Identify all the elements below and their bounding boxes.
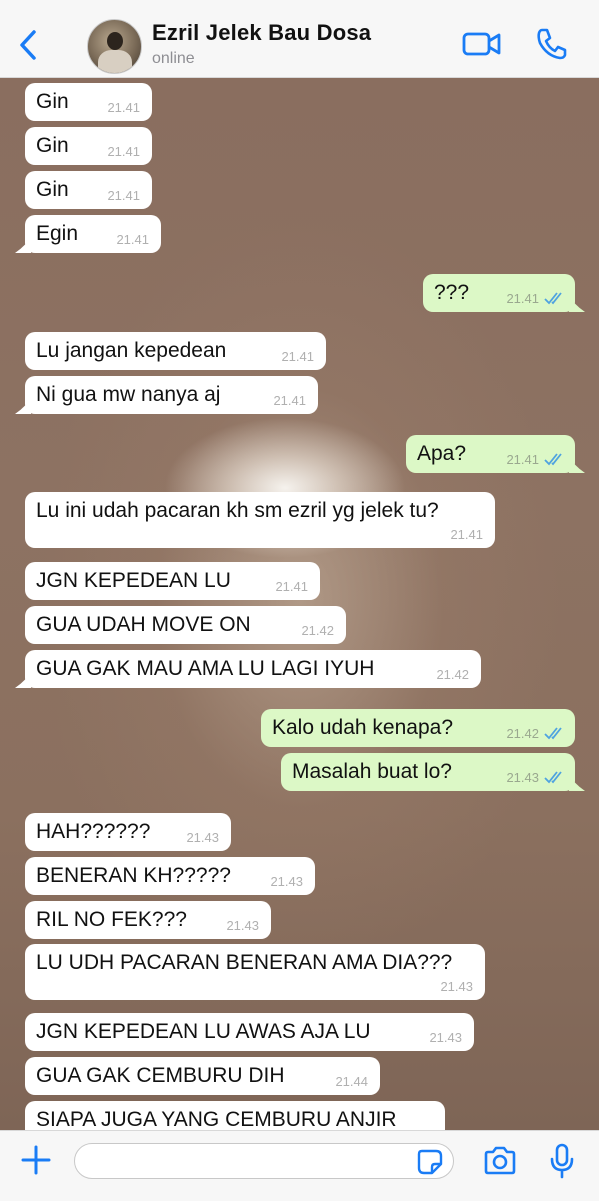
message-bubble-incoming[interactable]: Egin 21.41 [25,215,161,253]
phone-icon[interactable] [535,27,567,61]
message-text: JGN KEPEDEAN LU AWAS AJA LU [36,1020,371,1043]
message-time: 21.41 [273,393,306,408]
message-bubble-incoming[interactable]: BENERAN KH????? 21.43 [25,857,315,895]
message-time: 21.41 [116,232,149,247]
message-text-field[interactable] [89,1150,413,1174]
message-time: 21.43 [226,918,259,933]
message-time: 21.43 [270,874,303,889]
message-bubble-incoming[interactable]: Ni gua mw nanya aj 21.41 [25,376,318,414]
message-bubble-incoming[interactable]: Gin 21.41 [25,171,152,209]
message-time: 21.43 [506,770,539,785]
message-text: Egin [36,222,79,245]
message-bubble-incoming[interactable]: GUA GAK CEMBURU DIH 21.44 [25,1057,380,1095]
avatar[interactable] [87,19,142,74]
message-text: Gin [36,134,69,157]
message-time: 21.41 [281,349,314,364]
message-text: Lu ini udah pacaran kh sm ezril yg jelek… [36,499,439,522]
message-input-bar [0,1130,599,1201]
message-bubble-incoming[interactable]: GUA UDAH MOVE ON 21.42 [25,606,346,644]
message-time: 21.41 [275,579,308,594]
message-bubble-incoming[interactable]: Gin 21.41 [25,83,152,121]
message-bubble-outgoing[interactable]: Kalo udah kenapa? 21.42 [261,709,575,747]
camera-icon[interactable] [482,1145,518,1177]
contact-status: online [152,50,195,67]
video-camera-icon[interactable] [462,28,502,60]
message-text: SIAPA JUGA YANG CEMBURU ANJIR [36,1108,397,1130]
message-text: GUA UDAH MOVE ON [36,613,251,636]
message-bubble-outgoing[interactable]: Masalah buat lo? 21.43 [281,753,575,791]
message-time: 21.41 [107,100,140,115]
message-input[interactable] [74,1143,454,1179]
message-time: 21.42 [506,726,539,741]
message-bubble-incoming[interactable]: Gin 21.41 [25,127,152,165]
message-bubble-incoming[interactable]: Lu ini udah pacaran kh sm ezril yg jelek… [25,492,495,548]
message-text: HAH?????? [36,820,151,843]
message-bubble-incoming[interactable]: SIAPA JUGA YANG CEMBURU ANJIR [25,1101,445,1130]
message-time: 21.41 [450,527,483,542]
message-time: 21.44 [335,1074,368,1089]
message-time: 21.41 [107,144,140,159]
message-text: Masalah buat lo? [292,760,452,783]
message-bubble-incoming[interactable]: Lu jangan kepedean 21.41 [25,332,326,370]
message-time: 21.42 [301,623,334,638]
message-text: Gin [36,90,69,113]
message-text: Lu jangan kepedean [36,339,227,362]
message-text: Ni gua mw nanya aj [36,383,221,406]
message-text: GUA GAK CEMBURU DIH [36,1064,285,1087]
read-receipt-icon [544,727,562,740]
message-text: Kalo udah kenapa? [272,716,453,739]
chevron-left-icon[interactable] [14,26,44,64]
message-text: JGN KEPEDEAN LU [36,569,231,592]
message-bubble-incoming[interactable]: RIL NO FEK??? 21.43 [25,901,271,939]
message-text: BENERAN KH????? [36,864,231,887]
message-time: 21.41 [107,188,140,203]
message-text: Gin [36,178,69,201]
message-bubble-incoming[interactable]: JGN KEPEDEAN LU AWAS AJA LU 21.43 [25,1013,474,1051]
plus-icon[interactable] [20,1144,52,1176]
message-time: 21.43 [440,979,473,994]
message-bubble-outgoing[interactable]: Apa? 21.41 [406,435,575,473]
message-text: RIL NO FEK??? [36,908,187,931]
message-time: 21.43 [429,1030,462,1045]
message-bubble-incoming[interactable]: HAH?????? 21.43 [25,813,231,851]
message-bubble-incoming[interactable]: JGN KEPEDEAN LU 21.41 [25,562,320,600]
message-time: 21.43 [186,830,219,845]
read-receipt-icon [544,771,562,784]
sticker-icon[interactable] [417,1149,443,1175]
read-receipt-icon [544,292,562,305]
message-bubble-outgoing[interactable]: ??? 21.41 [423,274,575,312]
message-text: LU UDH PACARAN BENERAN AMA DIA??? [36,951,453,974]
message-time: 21.41 [506,452,539,467]
message-text: Apa? [417,442,467,465]
message-time: 21.41 [506,291,539,306]
message-text: GUA GAK MAU AMA LU LAGI IYUH [36,657,375,680]
message-bubble-incoming[interactable]: GUA GAK MAU AMA LU LAGI IYUH 21.42 [25,650,481,688]
message-time: 21.42 [436,667,469,682]
message-bubble-incoming[interactable]: LU UDH PACARAN BENERAN AMA DIA??? 21.43 [25,944,485,1000]
read-receipt-icon [544,453,562,466]
message-text: ??? [434,281,470,304]
message-list[interactable]: Gin 21.41 Gin 21.41 Gin 21.41 Egin 21.41… [0,78,599,1130]
contact-name[interactable]: Ezril Jelek Bau Dosa [152,20,371,46]
chat-header: Ezril Jelek Bau Dosa online [0,0,599,78]
microphone-icon[interactable] [549,1143,575,1179]
